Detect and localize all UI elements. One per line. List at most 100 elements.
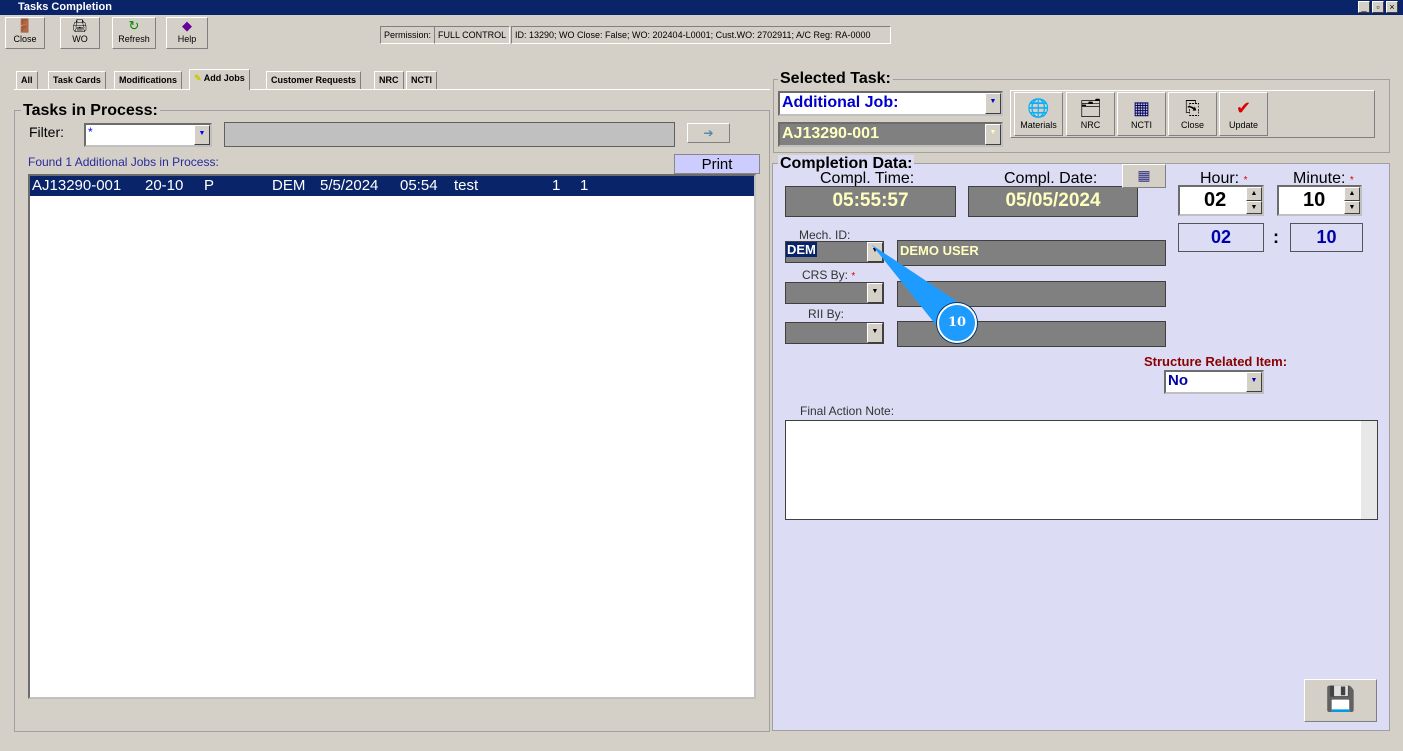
window-close-button[interactable]: × xyxy=(1386,1,1398,13)
tab-nrc[interactable]: NRC xyxy=(374,71,404,89)
label: NCTI xyxy=(1131,120,1152,130)
spin-down-icon[interactable]: ▼ xyxy=(1246,200,1262,214)
apply-filter-button[interactable]: ➔ xyxy=(687,123,730,143)
label: Refresh xyxy=(118,34,150,44)
label: Help xyxy=(177,34,197,44)
filter-combo[interactable]: * ▼ xyxy=(84,123,212,147)
tab-line xyxy=(14,89,770,90)
window-title: Tasks Completion xyxy=(18,1,112,13)
filter-label: Filter: xyxy=(29,124,64,140)
wo-button[interactable]: 🖨 WO xyxy=(60,17,100,49)
tab-task-cards[interactable]: Task Cards xyxy=(48,71,106,89)
tab-all[interactable]: All xyxy=(16,71,38,89)
required-marker: * xyxy=(851,271,856,282)
selected-task-title: Selected Task: xyxy=(778,70,893,88)
mech-id-label: Mech. ID: xyxy=(799,228,851,242)
chevron-down-icon[interactable]: ▼ xyxy=(985,124,1001,145)
tab-add-jobs[interactable]: ✎ Add Jobs xyxy=(189,69,250,90)
task-count-1: 1 xyxy=(552,177,561,194)
task-id: AJ13290-001 xyxy=(32,177,122,194)
chevron-down-icon[interactable]: ▼ xyxy=(1246,372,1262,392)
folder-documents-icon: 🗂 xyxy=(1079,98,1102,118)
label: Materials xyxy=(1020,120,1057,130)
tab-ncti[interactable]: NCTI xyxy=(406,71,437,89)
door-exit-icon: 🚪 xyxy=(16,18,34,33)
maximize-button[interactable]: ▫ xyxy=(1372,1,1384,13)
spin-up-icon[interactable]: ▲ xyxy=(1246,187,1262,201)
final-action-note-input[interactable] xyxy=(785,420,1378,520)
step-callout-badge: 10 xyxy=(937,303,977,343)
save-button[interactable]: 💾 xyxy=(1304,679,1377,722)
minute-spinner[interactable]: 10 ▲ ▼ xyxy=(1277,185,1362,216)
note-icon: ✎ xyxy=(194,73,202,83)
mech-id-value: DEM xyxy=(786,242,817,257)
minute-display: 10 xyxy=(1290,223,1363,252)
refresh-icon: ↻ xyxy=(128,18,140,33)
arrow-right-icon: ➔ xyxy=(703,126,714,140)
final-action-note-label: Final Action Note: xyxy=(800,404,895,418)
filter-value: * xyxy=(88,125,93,139)
tab-modifications[interactable]: Modifications xyxy=(114,71,182,89)
permission-label: Permission: xyxy=(380,26,436,44)
filter-text-input[interactable] xyxy=(224,122,675,147)
task-id-value: AJ13290-001 xyxy=(782,125,879,142)
label: Close xyxy=(13,34,37,44)
tasks-list[interactable]: AJ13290-001 20-10 P DEM 5/5/2024 05:54 t… xyxy=(28,174,756,699)
tasks-title: Tasks in Process: xyxy=(21,102,160,120)
crs-by-label: CRS By: * xyxy=(802,268,855,282)
permission-value: FULL CONTROL xyxy=(434,26,511,44)
task-type-value: Additional Job: xyxy=(782,94,899,111)
label: Close xyxy=(1180,120,1204,130)
minute-value: 10 xyxy=(1303,189,1326,211)
refresh-button[interactable]: ↻ Refresh xyxy=(112,17,156,49)
close-toolbar-button[interactable]: 🚪 Close xyxy=(5,17,45,49)
compl-date-value: 05/05/2024 xyxy=(968,186,1138,217)
update-button[interactable]: ✔ Update xyxy=(1219,92,1268,136)
scrollbar[interactable] xyxy=(1361,421,1377,519)
work-order-info: ID: 13290; WO Close: False; WO: 202404-L… xyxy=(511,26,891,44)
print-button[interactable]: Print xyxy=(674,154,760,174)
structure-related-label: Structure Related Item: xyxy=(1144,354,1288,369)
calendar-icon: ▦ xyxy=(1137,167,1151,183)
close-task-button[interactable]: ⎘ Close xyxy=(1168,92,1217,136)
found-count-text: Found 1 Additional Jobs in Process: xyxy=(28,155,219,169)
floppy-disk-icon: 💾 xyxy=(1325,686,1356,713)
title-bar: Tasks Completion xyxy=(0,0,1403,15)
task-desc: test xyxy=(454,177,479,194)
hour-spinner[interactable]: 02 ▲ ▼ xyxy=(1178,185,1264,216)
task-type-combo[interactable]: Additional Job: ▼ xyxy=(778,91,1003,116)
ncti-button[interactable]: ▦ NCTI xyxy=(1117,92,1166,136)
calendar-button[interactable]: ▦ xyxy=(1122,164,1166,188)
printer-icon: 🖨 xyxy=(71,18,89,33)
compl-time-value: 05:55:57 xyxy=(785,186,956,217)
task-mech: DEM xyxy=(272,177,306,194)
help-button[interactable]: ◆ Help xyxy=(166,17,208,49)
nrc-button[interactable]: 🗂 NRC xyxy=(1066,92,1115,136)
chevron-down-icon[interactable]: ▼ xyxy=(194,125,210,145)
tab-customer-requests[interactable]: Customer Requests xyxy=(266,71,362,89)
label: Add Jobs xyxy=(203,73,245,83)
materials-button[interactable]: 🌐 Materials xyxy=(1014,92,1063,136)
label: CRS By: xyxy=(802,268,849,282)
table-import-icon: ▦ xyxy=(1132,98,1150,118)
task-time: 05:54 xyxy=(400,177,438,194)
globe-hand-icon: 🌐 xyxy=(1027,98,1050,118)
structure-related-combo[interactable]: No ▼ xyxy=(1164,370,1264,394)
spin-down-icon[interactable]: ▼ xyxy=(1344,200,1360,214)
clipboard-check-icon: ✔ xyxy=(1235,98,1252,118)
minimize-button[interactable]: _ xyxy=(1358,1,1370,13)
chevron-down-icon[interactable]: ▼ xyxy=(985,93,1001,114)
rii-by-label: RII By: xyxy=(808,307,845,321)
hour-value: 02 xyxy=(1204,189,1227,211)
list-item[interactable]: AJ13290-001 20-10 P DEM 5/5/2024 05:54 t… xyxy=(30,176,754,196)
task-date: 5/5/2024 xyxy=(320,177,379,194)
spin-up-icon[interactable]: ▲ xyxy=(1344,187,1360,201)
time-colon: : xyxy=(1273,227,1279,247)
hour-display: 02 xyxy=(1178,223,1264,252)
task-status: P xyxy=(204,177,215,194)
label: WO xyxy=(72,34,88,44)
task-id-combo[interactable]: AJ13290-001 ▼ xyxy=(778,122,1003,147)
label: Update xyxy=(1228,120,1259,130)
task-ata: 20-10 xyxy=(145,177,184,194)
label: NRC xyxy=(1080,120,1101,130)
